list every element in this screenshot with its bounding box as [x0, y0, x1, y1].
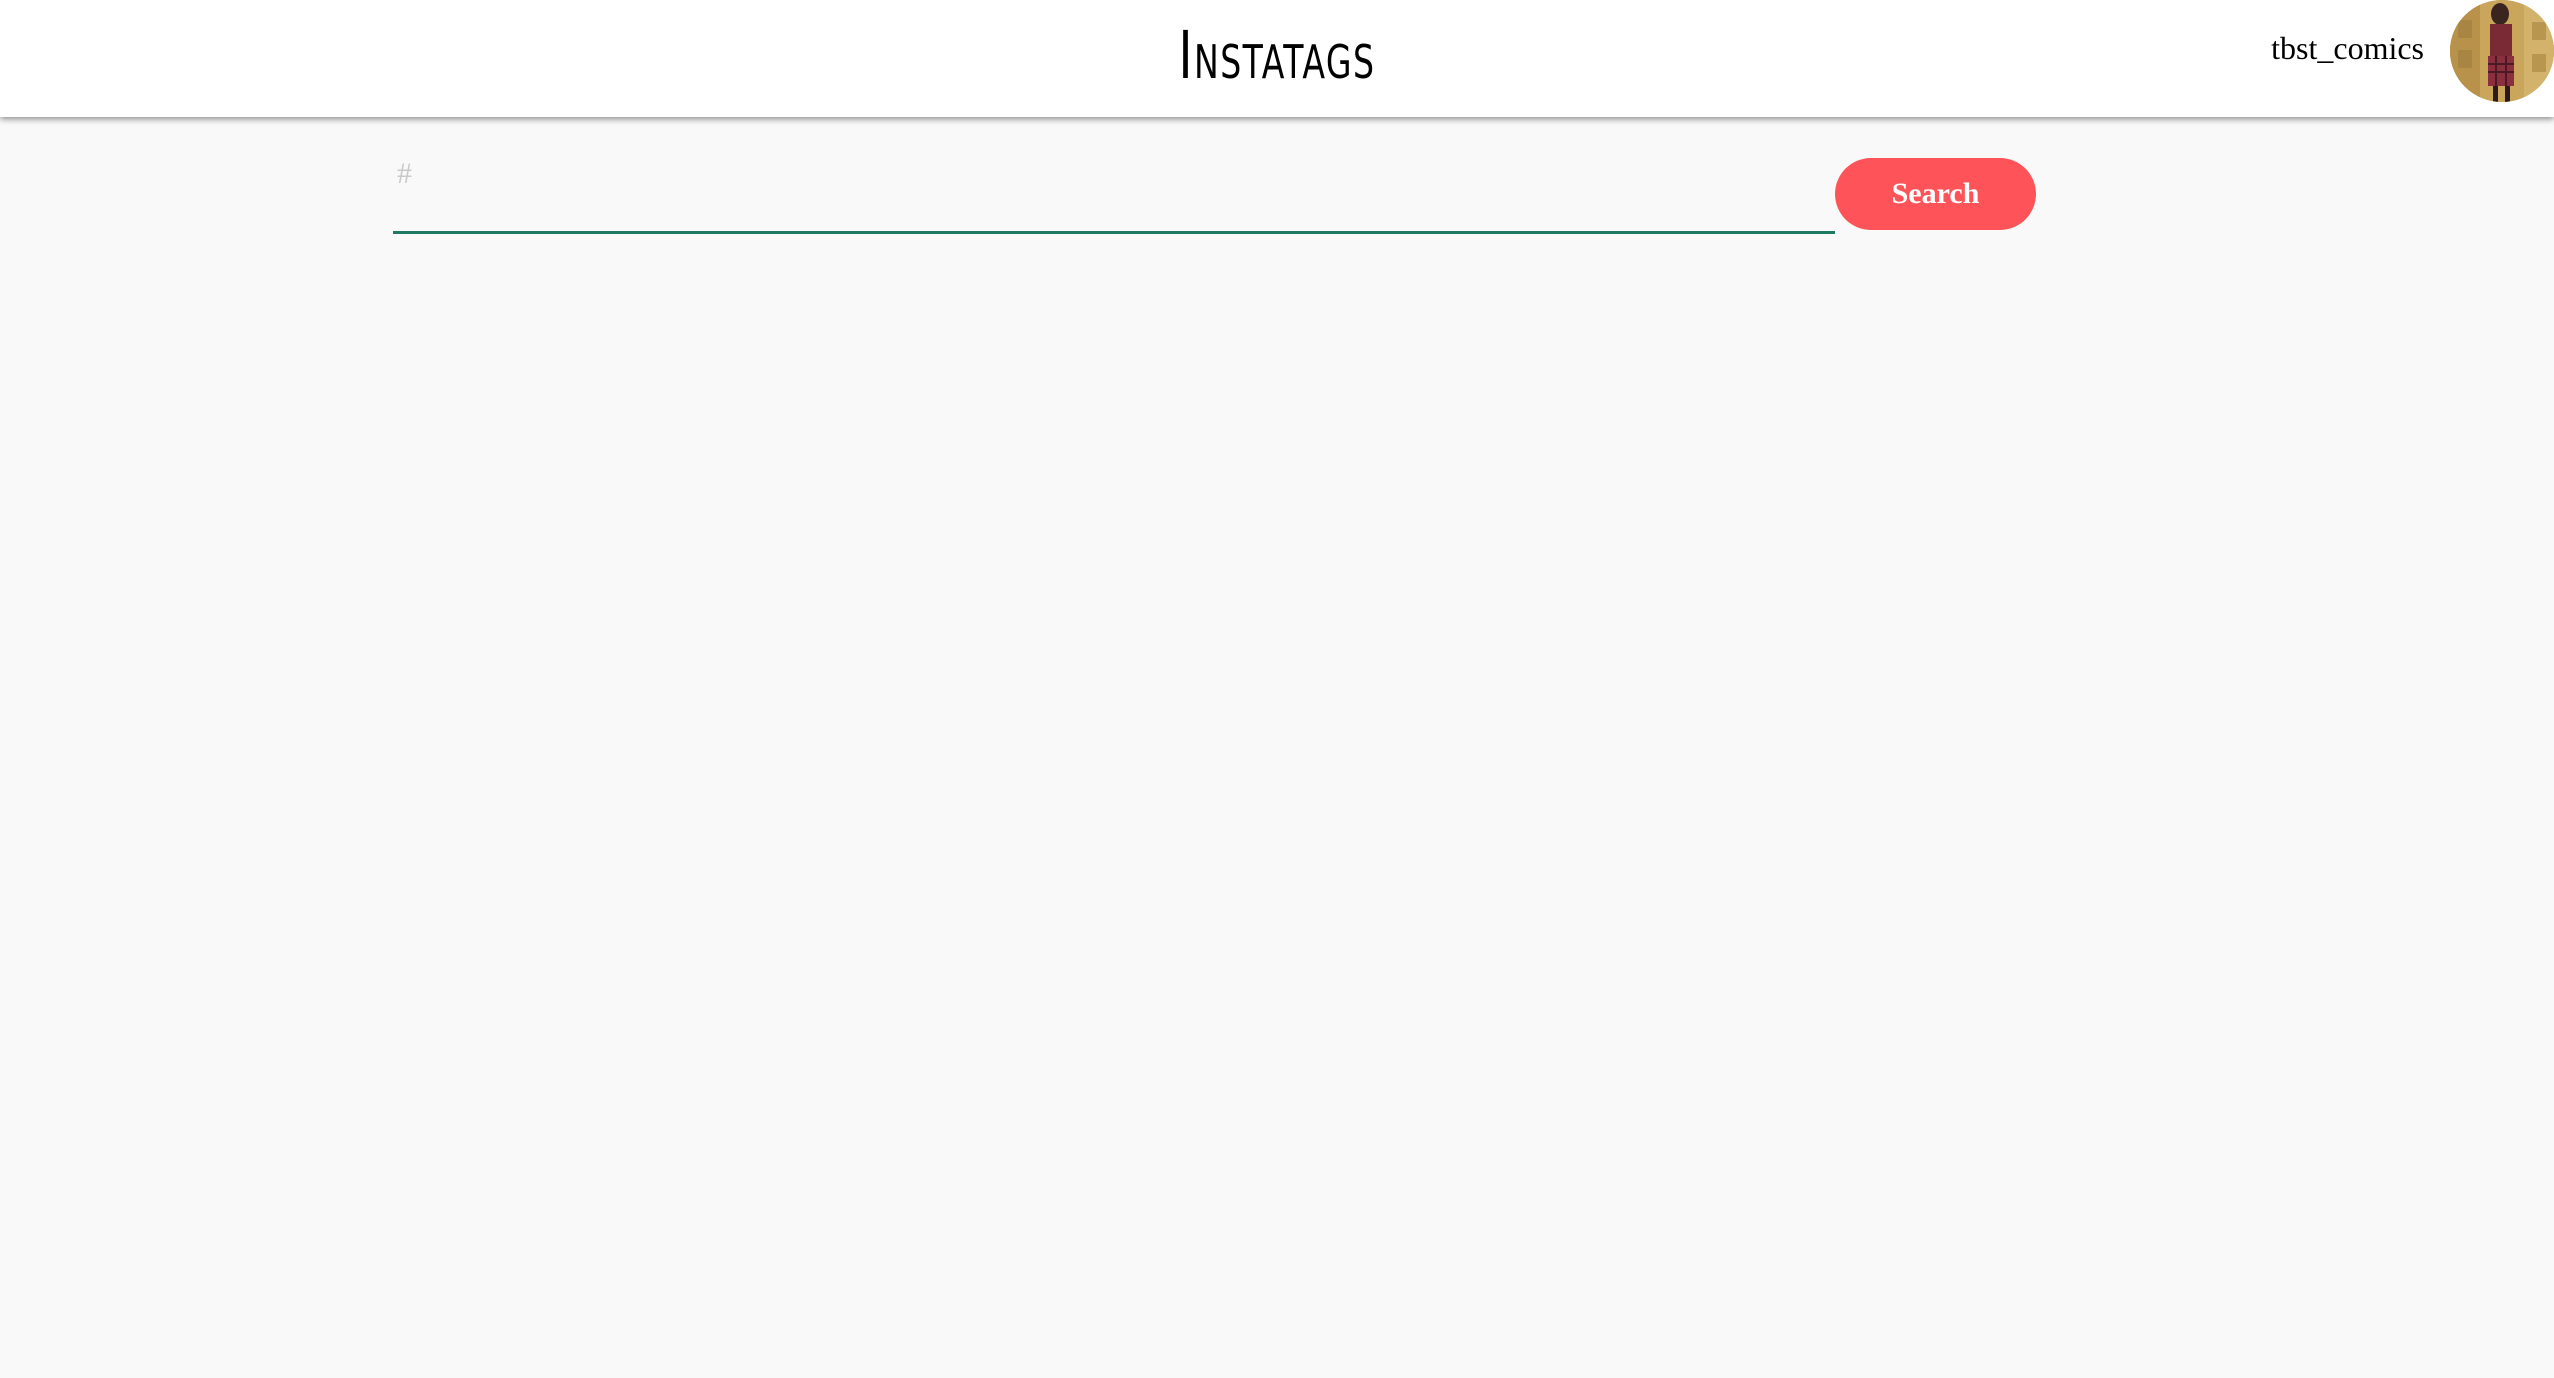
hashtag-search-input[interactable]: [393, 157, 1835, 227]
avatar-photo: [2450, 0, 2554, 102]
search-button[interactable]: Search: [1835, 158, 2036, 230]
search-field[interactable]: [393, 157, 1835, 234]
app-logo[interactable]: Instatags: [358, 0, 2197, 112]
top-header: Instatags tbst_comics: [0, 0, 2554, 117]
main-content: Search: [0, 117, 2554, 1378]
username-label[interactable]: tbst_comics: [2271, 30, 2424, 67]
user-avatar[interactable]: [2450, 0, 2554, 102]
